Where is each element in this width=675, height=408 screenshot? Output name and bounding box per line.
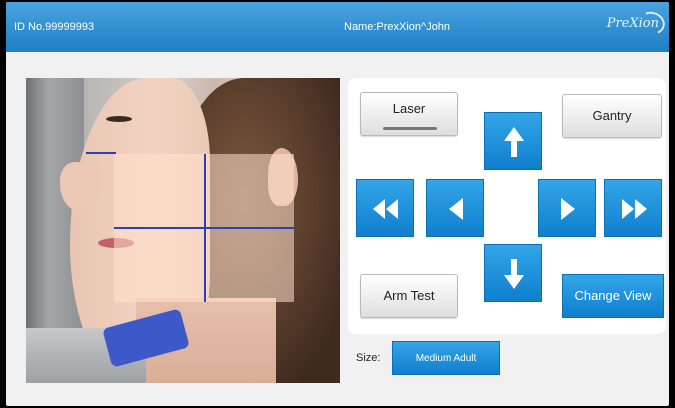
- arrow-up-icon: [504, 127, 524, 157]
- laser-button[interactable]: Laser: [360, 92, 458, 136]
- arrow-down-icon: [504, 259, 524, 289]
- double-arrow-right-icon: [622, 199, 647, 219]
- double-arrow-left-icon: [373, 199, 398, 219]
- app-screen: ID No.99999993 Name:PrexXion^John PreXio…: [6, 2, 669, 406]
- move-down-button[interactable]: [484, 244, 542, 302]
- arm-test-button-label: Arm Test: [383, 288, 435, 303]
- fast-left-button[interactable]: [356, 179, 414, 237]
- size-value: Medium Adult: [415, 353, 477, 364]
- positioning-grid: [114, 154, 294, 302]
- size-label: Size:: [356, 352, 381, 364]
- change-view-button-label: Change View: [574, 288, 652, 303]
- laser-line-horizontal: [114, 227, 294, 229]
- move-up-button[interactable]: [484, 112, 542, 170]
- laser-line-extension: [86, 152, 116, 154]
- patient-id: ID No.99999993: [14, 21, 95, 33]
- header-bar: ID No.99999993 Name:PrexXion^John PreXio…: [6, 2, 669, 52]
- arrow-left-icon: [449, 198, 463, 220]
- move-left-button[interactable]: [426, 179, 484, 237]
- patient-camera-view: [26, 78, 340, 383]
- arrow-right-icon: [561, 198, 575, 220]
- change-view-button[interactable]: Change View: [562, 274, 664, 318]
- logo-swoosh-icon: [636, 8, 668, 38]
- arm-test-button[interactable]: Arm Test: [360, 274, 458, 318]
- gantry-button-label: Gantry: [592, 108, 632, 123]
- brand-logo: PreXion: [607, 8, 668, 38]
- patient-name: Name:PrexXion^John: [344, 21, 451, 33]
- gantry-button[interactable]: Gantry: [562, 94, 662, 138]
- laser-button-label: Laser: [392, 101, 426, 116]
- positioning-control-panel: Laser Gantry Arm Test Change View: [348, 78, 666, 334]
- laser-indicator-bar: [383, 127, 437, 130]
- size-selector-button[interactable]: Medium Adult: [392, 341, 500, 375]
- fast-right-button[interactable]: [604, 179, 662, 237]
- move-right-button[interactable]: [538, 179, 596, 237]
